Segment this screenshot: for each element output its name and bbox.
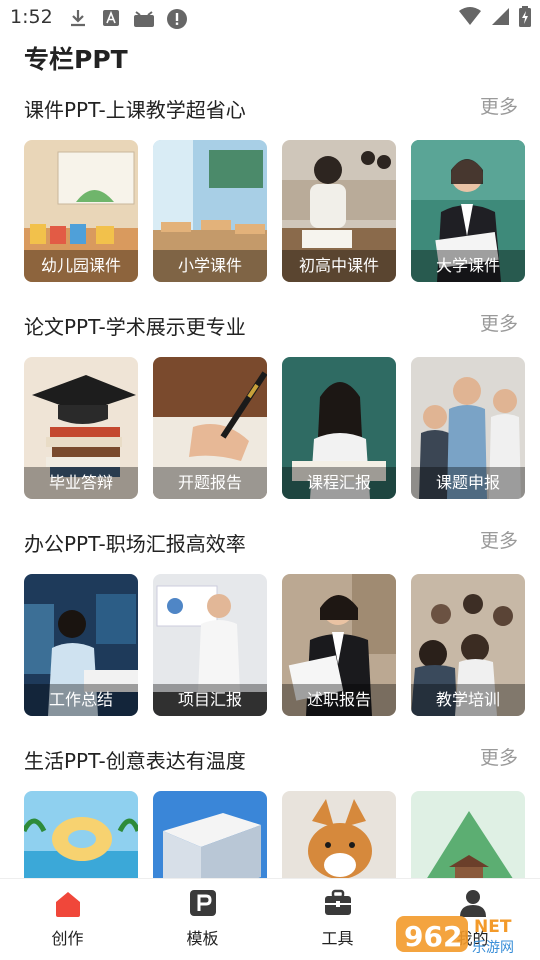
nav-label: 模板 <box>186 929 219 948</box>
more-link[interactable]: 更多 <box>480 309 518 336</box>
download-icon <box>71 10 85 27</box>
card-label: 教学培训 <box>411 684 525 716</box>
nav-label: 工具 <box>321 929 354 948</box>
svg-text:962: 962 <box>404 920 462 953</box>
svg-text:乐游网: 乐游网 <box>472 940 514 956</box>
card-kindergarten[interactable]: 幼儿园课件 <box>24 140 138 282</box>
font-icon <box>103 10 119 26</box>
wifi-icon <box>458 7 481 25</box>
card-teaching-training[interactable]: 教学培训 <box>411 574 525 716</box>
toolbox-icon <box>325 889 351 915</box>
nav-templates[interactable]: 模板 <box>135 879 270 960</box>
card-research-application[interactable]: 课题申报 <box>411 357 525 499</box>
card-label: 课程汇报 <box>282 467 396 499</box>
content-scroll[interactable]: 专栏PPT 课件PPT-上课教学超省心 更多 幼儿园课件 小学课件 初高中课件 … <box>0 36 540 878</box>
card-graduation-defense[interactable]: 毕业答辩 <box>24 357 138 499</box>
card-proposal-report[interactable]: 开题报告 <box>153 357 267 499</box>
status-bar: 1:52 <box>0 0 540 36</box>
section-title: 生活PPT-创意表达有温度 <box>24 749 246 773</box>
nav-label: 创作 <box>51 929 84 948</box>
battery-icon <box>519 6 531 27</box>
card-label: 大学课件 <box>411 250 525 282</box>
card-work-summary[interactable]: 工作总结 <box>24 574 138 716</box>
home-icon <box>56 892 80 917</box>
signal-icon <box>491 8 509 25</box>
card-primary-school[interactable]: 小学课件 <box>153 140 267 282</box>
section-title: 办公PPT-职场汇报高效率 <box>24 532 246 556</box>
section-title: 课件PPT-上课教学超省心 <box>24 98 246 122</box>
section-title: 论文PPT-学术展示更专业 <box>24 315 246 339</box>
card-life-3[interactable] <box>282 791 396 878</box>
card-life-4[interactable] <box>411 791 525 878</box>
more-link[interactable]: 更多 <box>480 92 518 119</box>
card-label: 毕业答辩 <box>24 467 138 499</box>
mountain-pavilion-image <box>411 791 525 878</box>
template-p-icon <box>190 890 216 916</box>
card-label: 工作总结 <box>24 684 138 716</box>
card-middle-high-school[interactable]: 初高中课件 <box>282 140 396 282</box>
more-link[interactable]: 更多 <box>480 526 518 553</box>
book-sky-image <box>153 791 267 878</box>
card-job-report[interactable]: 述职报告 <box>282 574 396 716</box>
more-link[interactable]: 更多 <box>480 743 518 770</box>
robot-icon <box>134 11 154 27</box>
card-course-report[interactable]: 课程汇报 <box>282 357 396 499</box>
status-time: 1:52 <box>10 6 53 28</box>
pool-float-image <box>24 791 138 878</box>
card-label: 开题报告 <box>153 467 267 499</box>
card-label: 课题申报 <box>411 467 525 499</box>
nav-create[interactable]: 创作 <box>0 879 135 960</box>
card-label: 小学课件 <box>153 250 267 282</box>
card-life-2[interactable] <box>153 791 267 878</box>
card-university[interactable]: 大学课件 <box>411 140 525 282</box>
card-label: 初高中课件 <box>282 250 396 282</box>
corgi-image <box>282 791 396 878</box>
card-project-report[interactable]: 项目汇报 <box>153 574 267 716</box>
page-title: 专栏PPT <box>24 45 128 74</box>
alert-icon <box>167 9 187 29</box>
watermark-logo: 962 NET 乐游网 <box>396 916 514 956</box>
card-label: 幼儿园课件 <box>24 250 138 282</box>
card-label: 项目汇报 <box>153 684 267 716</box>
svg-text:NET: NET <box>474 917 512 937</box>
card-life-1[interactable] <box>24 791 138 878</box>
nav-tools[interactable]: 工具 <box>270 879 405 960</box>
card-label: 述职报告 <box>282 684 396 716</box>
